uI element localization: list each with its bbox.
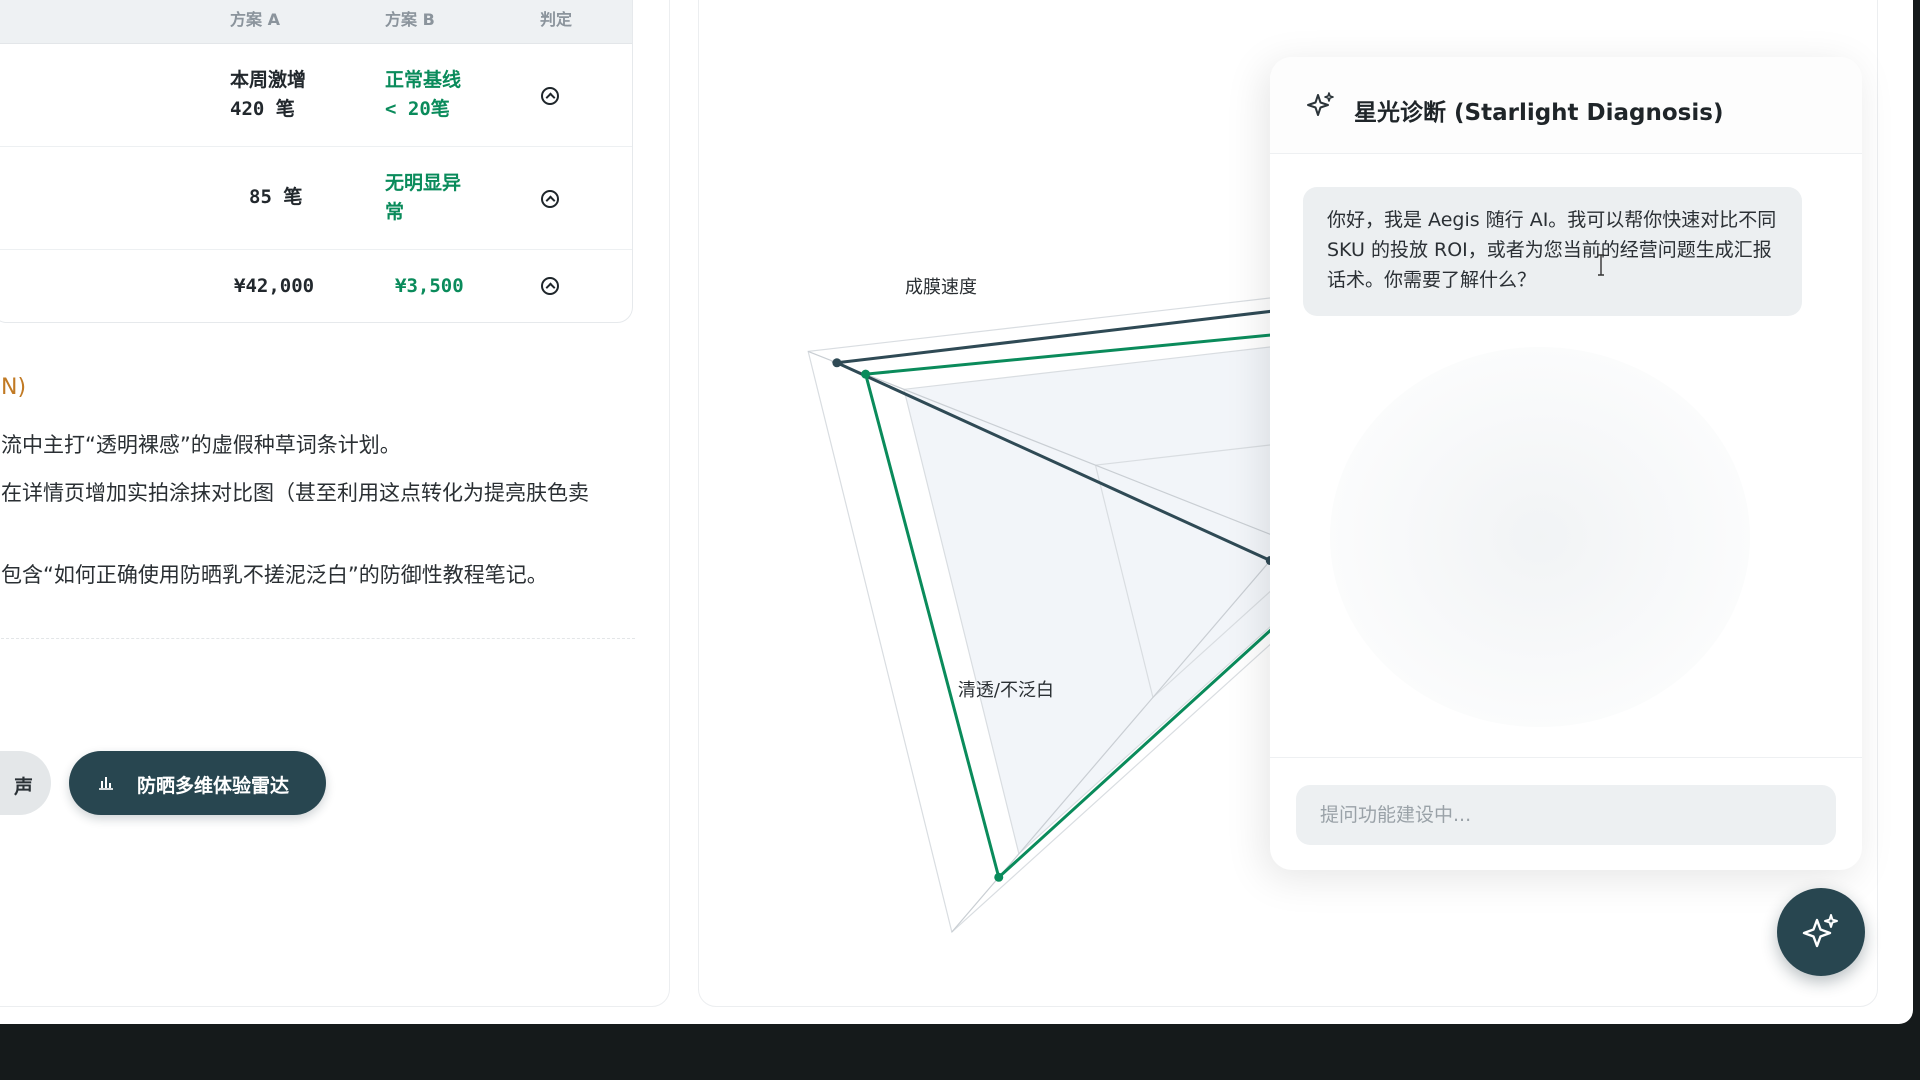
action-item: 在详情页增加实拍涂抹对比图（甚至利用这点转化为提亮肤色卖 bbox=[1, 481, 589, 505]
radar-point bbox=[861, 369, 871, 379]
plan-b-value: 无明显异常 bbox=[385, 172, 462, 223]
radar-axis-label: 清透/不泛白 bbox=[958, 680, 1054, 701]
chat-title: 星光诊断 (Starlight Diagnosis) bbox=[1354, 100, 1724, 126]
radar-axis-label: 成膜速度 bbox=[905, 277, 977, 298]
table-row: 本周激增 420 笔 正常基线 < 20笔 bbox=[0, 44, 632, 147]
assistant-message: 你好，我是 Aegis 随行 AI。我可以帮你快速对比不同 SKU 的投放 RO… bbox=[1303, 187, 1802, 316]
radar-button-label: 防晒多维体验雷达 bbox=[137, 775, 290, 797]
chat-footer bbox=[1270, 757, 1862, 870]
chat-panel: 星光诊断 (Starlight Diagnosis) 你好，我是 Aegis 随… bbox=[1270, 57, 1862, 870]
text-cursor-icon bbox=[1598, 254, 1604, 276]
chevron-up-circle-icon[interactable] bbox=[541, 190, 559, 208]
chevron-up-circle-icon[interactable] bbox=[541, 277, 559, 295]
section-heading: N) bbox=[1, 375, 27, 400]
header-plan-a: 方案 A bbox=[230, 10, 280, 29]
plan-a-value: ¥42,000 bbox=[234, 275, 315, 297]
table-row: ¥42,000 ¥3,500 bbox=[0, 250, 632, 322]
header-verdict: 判定 bbox=[540, 10, 573, 29]
table-header: 方案 A 方案 B 判定 bbox=[0, 0, 632, 44]
header-plan-b: 方案 B bbox=[385, 10, 435, 29]
chat-body bbox=[1330, 347, 1750, 727]
action-item: 流中主打“透明裸感”的虚假种草词条计划。 bbox=[1, 433, 401, 457]
bar-chart-icon bbox=[99, 777, 113, 790]
table-row: 85 笔 无明显异常 bbox=[0, 147, 632, 250]
ai-assistant-fab[interactable] bbox=[1777, 888, 1865, 976]
comparison-table: 方案 A 方案 B 判定 本周激增420 笔 正常基线< 20笔 85 笔 bbox=[0, 0, 633, 323]
plan-b-value: ¥3,500 bbox=[395, 275, 464, 297]
radar-button[interactable]: 防晒多维体验雷达 bbox=[69, 751, 326, 815]
plan-a-value: 本周激增 420 笔 bbox=[230, 69, 307, 120]
plan-b-value: 正常基线 < 20笔 bbox=[385, 69, 462, 120]
comparison-panel: 方案 A 方案 B 判定 本周激增420 笔 正常基线< 20笔 85 笔 bbox=[0, 0, 670, 1007]
sparkles-icon bbox=[1802, 914, 1838, 948]
radar-point bbox=[832, 358, 842, 368]
sparkles-icon bbox=[1307, 92, 1334, 116]
chevron-up-circle-icon[interactable] bbox=[541, 87, 559, 105]
chat-header: 星光诊断 (Starlight Diagnosis) bbox=[1270, 57, 1862, 154]
plan-a-value: 85 笔 bbox=[249, 186, 303, 208]
voice-button[interactable]: 声 bbox=[0, 751, 51, 815]
divider bbox=[1, 638, 635, 639]
chat-input[interactable] bbox=[1296, 785, 1836, 845]
radar-point bbox=[994, 872, 1004, 882]
app-window: 方案 A 方案 B 判定 本周激增420 笔 正常基线< 20笔 85 笔 bbox=[0, 0, 1913, 1024]
action-item: 包含“如何正确使用防晒乳不搓泥泛白”的防御性教程笔记。 bbox=[1, 563, 548, 587]
